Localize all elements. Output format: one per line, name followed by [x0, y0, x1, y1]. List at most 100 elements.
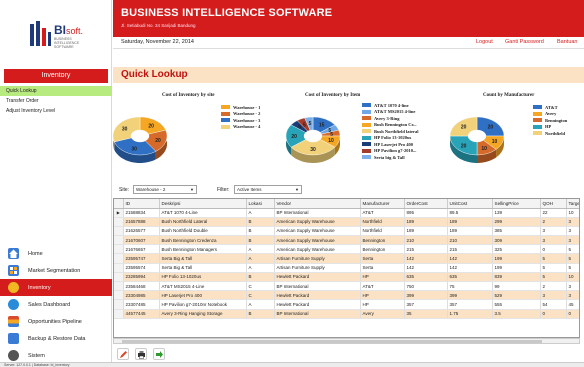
scrollbar-thumb[interactable]: [122, 340, 542, 343]
pie-value-label: 30: [122, 126, 128, 132]
legend-label: HP: [545, 124, 552, 130]
legend-swatch: [362, 148, 371, 153]
col-header-qoh[interactable]: QOH: [540, 199, 567, 209]
table-cell: 142: [447, 263, 493, 273]
table-cell: HP Laserjet Pro 400: [159, 290, 247, 301]
inventory-table: ID Deskripsi Lokasi Vendor Manufacturer …: [114, 199, 579, 319]
col-header-ordercost[interactable]: OrderCost: [404, 199, 448, 209]
table-cell: 3: [566, 217, 579, 227]
legend-swatch: [221, 118, 230, 123]
table-cell: 0: [566, 309, 579, 319]
table-cell: 10: [566, 272, 579, 283]
horizontal-scrollbar[interactable]: [113, 338, 580, 344]
pipeline-icon: [8, 316, 19, 327]
inventory-menu: Quick Lookup Transfer Order Adjust Inven…: [0, 86, 112, 116]
col-header-target[interactable]: Target: [566, 199, 579, 209]
export-button[interactable]: [153, 348, 165, 360]
legend-swatch: [362, 122, 371, 127]
table-cell: 2: [540, 281, 567, 292]
pie-chart-item: 15551030205 5 5: [285, 116, 341, 163]
module-backup-restore[interactable]: Backup & Restore Data: [0, 330, 112, 347]
table-row[interactable]: 23285994 HP Folio 13-1020us B Hewlett Packa…: [114, 272, 579, 283]
col-header-sellingprice[interactable]: SellingPrice: [492, 199, 541, 209]
legend-label: HP Pavilion g7-2010...: [374, 148, 417, 154]
table-cell: 3: [540, 235, 567, 246]
col-header-lokasi[interactable]: Lokasi: [246, 199, 275, 209]
pie-value-label: 20: [148, 123, 154, 129]
segmentation-icon: [8, 265, 19, 276]
row-selector[interactable]: [114, 272, 124, 283]
table-cell: Bush Northfield Lateral: [159, 217, 247, 227]
legend-swatch: [362, 116, 371, 121]
module-opportunities-pipeline[interactable]: Opportunities Pipeline: [0, 313, 112, 330]
table-row[interactable]: 21657888 Bush Northfield Lateral B American…: [114, 217, 579, 227]
col-header-manufacturer[interactable]: Manufacturer: [360, 199, 405, 209]
table-row[interactable]: 23307485 HP Pavilion g7-2010nr Notebook A H…: [114, 299, 579, 310]
menu-item-quick-lookup[interactable]: Quick Lookup: [0, 86, 112, 96]
module-sales-dashboard[interactable]: Sales Dashboard: [0, 296, 112, 313]
row-selector[interactable]: [114, 263, 124, 273]
table-cell: Hewlett Packard: [274, 290, 361, 301]
site-select[interactable]: Warehouse - 2 ▼: [133, 185, 197, 194]
row-selector[interactable]: [114, 217, 124, 227]
export-arrow-icon: [155, 350, 163, 358]
pie-value-label: 20: [488, 125, 494, 131]
table-cell: American Supply Warehouse: [274, 217, 361, 227]
table-cell: American Supply Warehouse: [274, 244, 361, 255]
sales-icon: [8, 299, 19, 310]
menu-item-adjust-inventory[interactable]: Adjust Inventory Level: [0, 106, 112, 116]
table-cell: AT&T: [360, 281, 405, 292]
table-row[interactable]: ▶ 21588834 AT&T 1070 4-Line A BP Internation…: [114, 208, 579, 218]
table-row[interactable]: 44577445 Avery 3-Ring Hanging Storage B BP …: [114, 309, 579, 319]
table-row[interactable]: 21670607 Bush Bennington Credenza B America…: [114, 235, 579, 246]
module-sistem-label: Sistem: [28, 352, 45, 359]
col-header-deskripsi[interactable]: Deskripsi: [159, 199, 247, 209]
module-opportunities-pipeline-label: Opportunities Pipeline: [28, 318, 82, 325]
table-row[interactable]: 23595574 Serta Big & Tall A Artisan Furnitu…: [114, 263, 579, 273]
row-selector[interactable]: [114, 235, 124, 246]
table-row[interactable]: 23595747 Serta Big & Tall A Artisan Furnitu…: [114, 253, 579, 264]
table-cell: 5: [540, 263, 567, 273]
chart-title: Count by Manufacturer: [483, 93, 535, 98]
module-home[interactable]: Home: [0, 245, 112, 262]
table-cell: HP Folio 13-1020us: [159, 272, 247, 283]
col-header-id[interactable]: ID: [123, 199, 160, 209]
backup-icon: [8, 333, 19, 344]
table-row[interactable]: 21676657 Bush Bennington Managers A America…: [114, 244, 579, 255]
legend-swatch: [533, 131, 542, 136]
edit-button[interactable]: [117, 348, 129, 360]
logout-link[interactable]: Logout: [476, 39, 493, 45]
change-password-link[interactable]: Ganti Password: [505, 39, 544, 45]
row-selector[interactable]: [114, 253, 124, 264]
row-selector[interactable]: ▶: [114, 208, 124, 218]
app-address: Jl. Setiabudi No. 34 Sarijadi Bandung: [121, 23, 196, 28]
menu-item-transfer-order[interactable]: Transfer Order: [0, 96, 112, 106]
table-cell: 189: [404, 217, 448, 227]
row-selector[interactable]: [114, 281, 124, 292]
filter-select-value: Active Items: [237, 187, 262, 192]
row-selector[interactable]: [114, 290, 124, 301]
col-header-unitcost[interactable]: UnitCost: [447, 199, 493, 209]
inventory-grid[interactable]: ID Deskripsi Lokasi Vendor Manufacturer …: [113, 198, 580, 338]
filter-select[interactable]: Active Items ▼: [234, 185, 302, 194]
table-row[interactable]: 23584468 AT&T MS2015 4-Line C BP Internatio…: [114, 281, 579, 292]
col-header-vendor[interactable]: Vendor: [274, 199, 361, 209]
pie-value-label: 10: [328, 138, 334, 144]
table-cell: A: [246, 299, 275, 310]
help-link[interactable]: Bantuan: [557, 39, 578, 45]
table-cell: 3: [540, 226, 567, 237]
row-selector[interactable]: [114, 226, 124, 237]
legend-item: Northfield: [533, 130, 567, 137]
table-cell: 21657888: [123, 217, 160, 227]
table-row[interactable]: 21626577 Bush Northfield Double B American …: [114, 226, 579, 237]
module-market-segmentation[interactable]: Market Segmentation: [0, 262, 112, 279]
row-selector[interactable]: [114, 244, 124, 255]
table-row[interactable]: 23304985 HP Laserjet Pro 400 C Hewlett Pack…: [114, 290, 579, 301]
module-backup-restore-label: Backup & Restore Data: [28, 335, 86, 342]
table-cell: 0: [540, 244, 567, 255]
print-button[interactable]: [135, 348, 147, 360]
table-cell: 189: [404, 226, 448, 237]
row-selector[interactable]: [114, 299, 124, 310]
row-selector[interactable]: [114, 309, 124, 319]
module-inventory[interactable]: Inventory: [0, 279, 112, 296]
